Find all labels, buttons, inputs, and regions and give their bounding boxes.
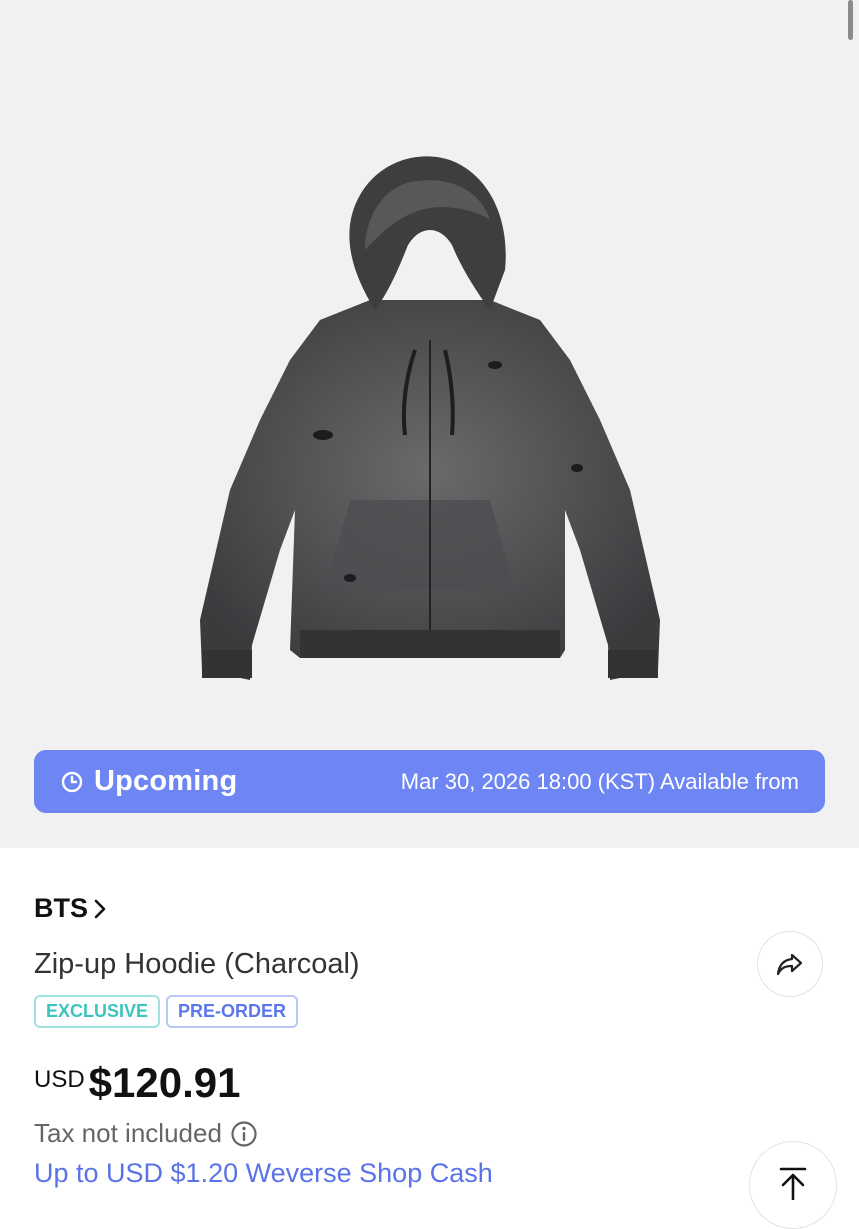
clock-icon bbox=[61, 771, 83, 792]
price-amount: $120.91 bbox=[88, 1059, 241, 1106]
chevron-right-icon bbox=[94, 899, 106, 918]
artist-link[interactable]: BTS bbox=[34, 893, 108, 924]
upcoming-banner: Upcoming Mar 30, 2026 18:00 (KST) Availa… bbox=[34, 750, 825, 813]
pre-order-badge: PRE-ORDER bbox=[166, 995, 299, 1028]
product-image-area: Upcoming Mar 30, 2026 18:00 (KST) Availa… bbox=[0, 0, 859, 848]
product-image[interactable] bbox=[190, 150, 670, 695]
exclusive-badge: EXCLUSIVE bbox=[34, 995, 161, 1028]
scroll-to-top-button[interactable] bbox=[749, 1141, 837, 1229]
share-button[interactable] bbox=[757, 931, 823, 997]
tax-note: Tax not included bbox=[34, 1118, 258, 1149]
price-currency: USD bbox=[34, 1066, 85, 1093]
availability-date: Mar 30, 2026 18:00 (KST) Available from bbox=[400, 768, 799, 794]
price: USD $120.91 bbox=[34, 1060, 241, 1104]
info-icon[interactable] bbox=[230, 1120, 258, 1148]
tax-note-text: Tax not included bbox=[34, 1118, 222, 1148]
artist-name: BTS bbox=[34, 893, 88, 923]
share-icon bbox=[776, 953, 803, 976]
scrollbar[interactable] bbox=[848, 0, 853, 40]
scroll-to-top-icon bbox=[779, 1167, 807, 1200]
weverse-cash-link[interactable]: Up to USD $1.20 Weverse Shop Cash bbox=[34, 1158, 493, 1189]
banner-status: Upcoming bbox=[94, 765, 238, 797]
product-title: Zip-up Hoodie (Charcoal) bbox=[34, 948, 360, 980]
badge-list: EXCLUSIVE PRE-ORDER bbox=[34, 995, 299, 1028]
